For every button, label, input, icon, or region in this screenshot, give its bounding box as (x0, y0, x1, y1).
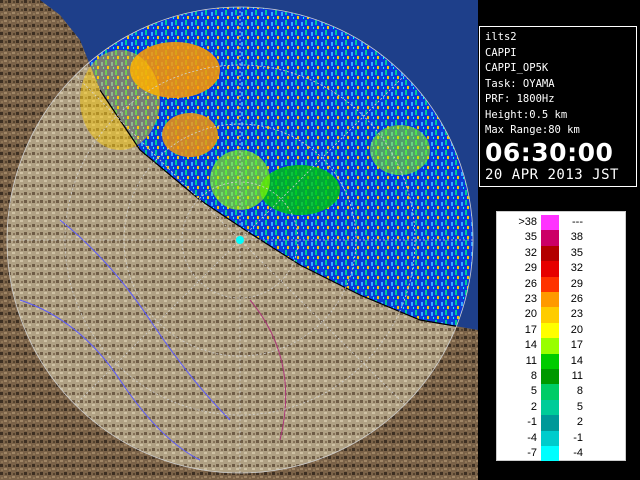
product-type: CAPPI (485, 46, 517, 59)
legend-high-value: 29 (570, 277, 583, 290)
legend-low-value: 20 (524, 308, 537, 321)
date-label: 20 APR 2013 JST (485, 166, 619, 183)
max-range-label: Max Range:80 km (485, 124, 580, 136)
legend-low-value: 29 (524, 262, 537, 275)
radar-display: ilts2 CAPPI CAPPI_OP5K Task: OYAMA PRF: … (0, 0, 640, 480)
legend-row: 25 (497, 399, 625, 416)
legend-swatch (541, 369, 559, 385)
legend-row: -7 -4 (497, 446, 625, 462)
legend-low-value: 26 (524, 277, 537, 290)
legend-low-value: 23 (524, 293, 537, 305)
legend-high-value: 11 (571, 370, 583, 382)
legend-high-value: 5 (576, 400, 583, 413)
legend-high-value: 14 (570, 354, 583, 367)
legend-swatch (541, 292, 559, 308)
legend-low-value: 17 (524, 323, 537, 336)
legend-high-value: 20 (570, 323, 583, 336)
task-label: Task: OYAMA (485, 77, 555, 90)
prf-label: PRF: 1800Hz (485, 93, 555, 105)
radar-name: ilts2 (485, 31, 517, 43)
legend-row: 14 17 (497, 338, 625, 354)
legend-high-value: 2 (576, 416, 583, 429)
radar-site (236, 236, 244, 244)
legend-low-value: >38 (518, 216, 537, 228)
legend-high-value: 17 (570, 339, 583, 352)
legend-high-value: 35 (570, 246, 583, 259)
legend-swatch (541, 322, 559, 339)
legend-title: Reflectivity in dBZ (628, 291, 640, 381)
legend-high-value: 23 (570, 308, 583, 321)
legend-swatch (541, 415, 559, 431)
legend-low-value: -7 (527, 447, 537, 459)
legend-swatch (541, 307, 559, 323)
legend-low-value: 5 (530, 385, 537, 398)
legend-swatch (541, 230, 559, 246)
legend-high-value: --- (572, 216, 583, 228)
legend-row: 32 35 (497, 245, 625, 262)
legend-low-value: 2 (530, 400, 537, 413)
legend-swatch (541, 399, 559, 416)
legend-row: 29 32 (497, 261, 625, 277)
legend-high-value: 26 (570, 293, 583, 305)
legend-row: -1 2 (497, 415, 625, 431)
legend-row: 35 38 (497, 230, 625, 246)
legend-swatch (541, 430, 559, 446)
legend-high-value: -1 (573, 431, 583, 444)
legend-low-value: 14 (524, 339, 537, 352)
echo-cell (80, 50, 160, 150)
legend-low-value: -4 (527, 431, 537, 444)
legend-high-value: 8 (576, 385, 583, 398)
legend-swatch (541, 276, 559, 292)
product-name: CAPPI_OP5K (485, 62, 549, 74)
legend-high-value: -4 (573, 447, 583, 459)
legend-row: 58 (497, 384, 625, 400)
echo-cell (260, 165, 340, 215)
legend-row: 20 23 (497, 307, 625, 323)
legend-row: 8 11 (497, 369, 625, 385)
height-label: Height:0.5 km (485, 108, 568, 121)
legend-row: >38 --- (497, 215, 625, 231)
echo-cell (162, 113, 218, 157)
legend-low-value: 35 (524, 231, 537, 244)
legend-swatch (541, 215, 559, 231)
legend-row: 23 26 (497, 292, 625, 308)
legend-low-value: 11 (525, 354, 537, 367)
info-panel: ilts2 CAPPI CAPPI_OP5K Task: OYAMA PRF: … (479, 26, 637, 187)
legend-swatch (541, 384, 559, 400)
legend-swatch (541, 261, 559, 277)
legend-high-value: 32 (570, 262, 583, 275)
legend-low-value: 8 (530, 370, 537, 382)
legend-swatch (541, 446, 559, 462)
legend-low-value: -1 (527, 416, 537, 429)
legend-swatch (541, 245, 559, 262)
legend-swatch (541, 353, 559, 369)
echo-cell (370, 125, 430, 175)
time-label: 06:30:00 (485, 137, 614, 167)
color-legend: >38 --- 35 38 32 35 29 32 26 29 23 26 20 23 17 20 14 17 11… (496, 211, 640, 462)
legend-low-value: 32 (524, 246, 537, 259)
legend-row: 11 14 (497, 353, 625, 369)
radar-map (0, 0, 478, 480)
legend-row: 17 20 (497, 322, 625, 339)
legend-row: 26 29 (497, 276, 625, 292)
legend-row: -4 -1 (497, 430, 625, 446)
legend-high-value: 38 (570, 231, 583, 244)
legend-swatch (541, 338, 559, 354)
